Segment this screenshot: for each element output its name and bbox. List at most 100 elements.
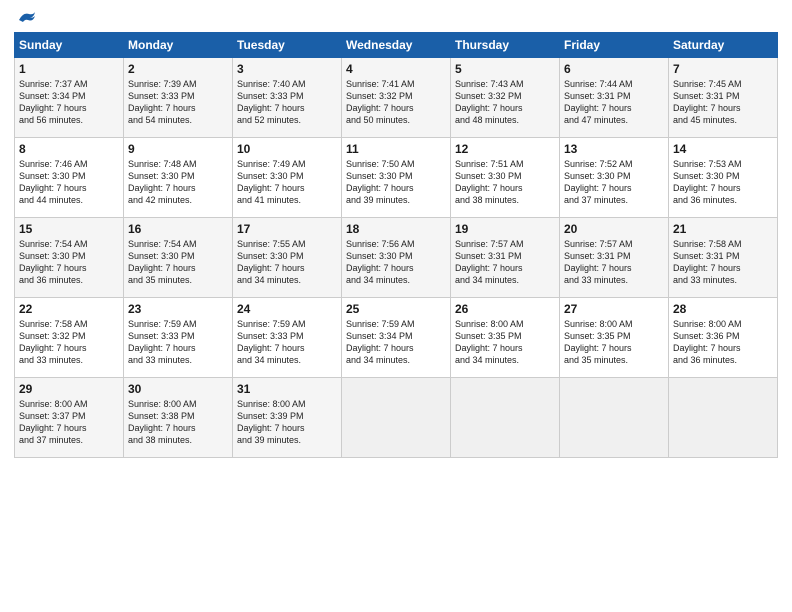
day-info: Sunrise: 7:56 AM Sunset: 3:30 PM Dayligh… <box>346 238 446 287</box>
logo <box>14 10 38 24</box>
day-number: 9 <box>128 142 228 156</box>
calendar-cell: 6Sunrise: 7:44 AM Sunset: 3:31 PM Daylig… <box>560 58 669 138</box>
day-info: Sunrise: 8:00 AM Sunset: 3:37 PM Dayligh… <box>19 398 119 447</box>
calendar-cell: 4 Sunrise: 7:41 AM Sunset: 3:32 PM Daylig… <box>342 58 451 138</box>
calendar-cell: 5Sunrise: 7:43 AM Sunset: 3:32 PM Daylig… <box>451 58 560 138</box>
day-info: Sunrise: 7:50 AM Sunset: 3:30 PM Dayligh… <box>346 158 446 207</box>
day-info: Sunrise: 7:59 AM Sunset: 3:33 PM Dayligh… <box>237 318 337 367</box>
calendar-cell: 16 Sunrise: 7:54 AM Sunset: 3:30 PM Dayli… <box>124 218 233 298</box>
day-number: 14 <box>673 142 773 156</box>
calendar-week-5: 29Sunrise: 8:00 AM Sunset: 3:37 PM Dayli… <box>15 378 778 458</box>
day-info: Sunrise: 7:44 AM Sunset: 3:31 PM Dayligh… <box>564 78 664 127</box>
day-number: 12 <box>455 142 555 156</box>
calendar-week-3: 15 Sunrise: 7:54 AM Sunset: 3:30 PM Dayli… <box>15 218 778 298</box>
calendar-cell <box>342 378 451 458</box>
day-info: Sunrise: 7:57 AM Sunset: 3:31 PM Dayligh… <box>564 238 664 287</box>
calendar-cell: 27 Sunrise: 8:00 AM Sunset: 3:35 PM Dayli… <box>560 298 669 378</box>
day-info: Sunrise: 7:39 AM Sunset: 3:33 PM Dayligh… <box>128 78 228 127</box>
day-number: 3 <box>237 62 337 76</box>
day-number: 19 <box>455 222 555 236</box>
page-header <box>14 10 778 24</box>
calendar-cell: 12 Sunrise: 7:51 AM Sunset: 3:30 PM Dayli… <box>451 138 560 218</box>
day-info: Sunrise: 7:45 AM Sunset: 3:31 PM Dayligh… <box>673 78 773 127</box>
calendar-cell: 8Sunrise: 7:46 AM Sunset: 3:30 PM Daylig… <box>15 138 124 218</box>
calendar-cell <box>451 378 560 458</box>
day-info: Sunrise: 7:37 AM Sunset: 3:34 PM Dayligh… <box>19 78 119 127</box>
calendar-cell: 20 Sunrise: 7:57 AM Sunset: 3:31 PM Dayli… <box>560 218 669 298</box>
calendar-cell: 3 Sunrise: 7:40 AM Sunset: 3:33 PM Daylig… <box>233 58 342 138</box>
day-info: Sunrise: 7:52 AM Sunset: 3:30 PM Dayligh… <box>564 158 664 207</box>
col-header-thursday: Thursday <box>451 33 560 58</box>
calendar-cell: 18 Sunrise: 7:56 AM Sunset: 3:30 PM Dayli… <box>342 218 451 298</box>
calendar-cell: 22Sunrise: 7:58 AM Sunset: 3:32 PM Dayli… <box>15 298 124 378</box>
day-number: 16 <box>128 222 228 236</box>
calendar-cell: 23 Sunrise: 7:59 AM Sunset: 3:33 PM Dayli… <box>124 298 233 378</box>
calendar-cell <box>669 378 778 458</box>
day-number: 30 <box>128 382 228 396</box>
page-container: SundayMondayTuesdayWednesdayThursdayFrid… <box>0 0 792 466</box>
calendar-table: SundayMondayTuesdayWednesdayThursdayFrid… <box>14 32 778 458</box>
header-row: SundayMondayTuesdayWednesdayThursdayFrid… <box>15 33 778 58</box>
col-header-tuesday: Tuesday <box>233 33 342 58</box>
day-number: 27 <box>564 302 664 316</box>
day-number: 1 <box>19 62 119 76</box>
day-info: Sunrise: 7:40 AM Sunset: 3:33 PM Dayligh… <box>237 78 337 127</box>
day-info: Sunrise: 7:58 AM Sunset: 3:31 PM Dayligh… <box>673 238 773 287</box>
day-number: 24 <box>237 302 337 316</box>
calendar-week-4: 22Sunrise: 7:58 AM Sunset: 3:32 PM Dayli… <box>15 298 778 378</box>
day-info: Sunrise: 8:00 AM Sunset: 3:36 PM Dayligh… <box>673 318 773 367</box>
col-header-sunday: Sunday <box>15 33 124 58</box>
calendar-cell: 31 Sunrise: 8:00 AM Sunset: 3:39 PM Dayli… <box>233 378 342 458</box>
col-header-saturday: Saturday <box>669 33 778 58</box>
calendar-week-1: 1 Sunrise: 7:37 AM Sunset: 3:34 PM Daylig… <box>15 58 778 138</box>
day-info: Sunrise: 7:58 AM Sunset: 3:32 PM Dayligh… <box>19 318 119 367</box>
calendar-header: SundayMondayTuesdayWednesdayThursdayFrid… <box>15 33 778 58</box>
day-info: Sunrise: 7:41 AM Sunset: 3:32 PM Dayligh… <box>346 78 446 127</box>
day-number: 31 <box>237 382 337 396</box>
day-info: Sunrise: 8:00 AM Sunset: 3:39 PM Dayligh… <box>237 398 337 447</box>
day-info: Sunrise: 7:49 AM Sunset: 3:30 PM Dayligh… <box>237 158 337 207</box>
day-info: Sunrise: 8:00 AM Sunset: 3:35 PM Dayligh… <box>564 318 664 367</box>
day-number: 15 <box>19 222 119 236</box>
calendar-cell: 9 Sunrise: 7:48 AM Sunset: 3:30 PM Daylig… <box>124 138 233 218</box>
day-number: 18 <box>346 222 446 236</box>
day-info: Sunrise: 7:57 AM Sunset: 3:31 PM Dayligh… <box>455 238 555 287</box>
day-number: 17 <box>237 222 337 236</box>
day-number: 11 <box>346 142 446 156</box>
calendar-cell: 2 Sunrise: 7:39 AM Sunset: 3:33 PM Daylig… <box>124 58 233 138</box>
calendar-cell: 11 Sunrise: 7:50 AM Sunset: 3:30 PM Dayli… <box>342 138 451 218</box>
calendar-cell: 30Sunrise: 8:00 AM Sunset: 3:38 PM Dayli… <box>124 378 233 458</box>
calendar-cell: 14 Sunrise: 7:53 AM Sunset: 3:30 PM Dayli… <box>669 138 778 218</box>
day-info: Sunrise: 7:53 AM Sunset: 3:30 PM Dayligh… <box>673 158 773 207</box>
day-info: Sunrise: 7:48 AM Sunset: 3:30 PM Dayligh… <box>128 158 228 207</box>
day-number: 26 <box>455 302 555 316</box>
day-number: 8 <box>19 142 119 156</box>
day-number: 13 <box>564 142 664 156</box>
day-info: Sunrise: 7:59 AM Sunset: 3:33 PM Dayligh… <box>128 318 228 367</box>
calendar-body: 1 Sunrise: 7:37 AM Sunset: 3:34 PM Daylig… <box>15 58 778 458</box>
day-number: 23 <box>128 302 228 316</box>
calendar-cell: 21 Sunrise: 7:58 AM Sunset: 3:31 PM Dayli… <box>669 218 778 298</box>
day-number: 4 <box>346 62 446 76</box>
logo-bird-icon <box>15 10 37 28</box>
calendar-cell: 7 Sunrise: 7:45 AM Sunset: 3:31 PM Daylig… <box>669 58 778 138</box>
col-header-monday: Monday <box>124 33 233 58</box>
day-info: Sunrise: 7:54 AM Sunset: 3:30 PM Dayligh… <box>128 238 228 287</box>
calendar-week-2: 8Sunrise: 7:46 AM Sunset: 3:30 PM Daylig… <box>15 138 778 218</box>
col-header-wednesday: Wednesday <box>342 33 451 58</box>
day-number: 20 <box>564 222 664 236</box>
day-number: 28 <box>673 302 773 316</box>
day-number: 21 <box>673 222 773 236</box>
calendar-cell: 17Sunrise: 7:55 AM Sunset: 3:30 PM Dayli… <box>233 218 342 298</box>
calendar-cell: 28 Sunrise: 8:00 AM Sunset: 3:36 PM Dayli… <box>669 298 778 378</box>
calendar-cell: 25Sunrise: 7:59 AM Sunset: 3:34 PM Dayli… <box>342 298 451 378</box>
day-number: 2 <box>128 62 228 76</box>
calendar-cell: 1 Sunrise: 7:37 AM Sunset: 3:34 PM Daylig… <box>15 58 124 138</box>
day-number: 7 <box>673 62 773 76</box>
day-info: Sunrise: 7:51 AM Sunset: 3:30 PM Dayligh… <box>455 158 555 207</box>
day-info: Sunrise: 7:54 AM Sunset: 3:30 PM Dayligh… <box>19 238 119 287</box>
day-number: 10 <box>237 142 337 156</box>
calendar-cell: 19 Sunrise: 7:57 AM Sunset: 3:31 PM Dayli… <box>451 218 560 298</box>
calendar-cell: 13 Sunrise: 7:52 AM Sunset: 3:30 PM Dayli… <box>560 138 669 218</box>
day-number: 25 <box>346 302 446 316</box>
